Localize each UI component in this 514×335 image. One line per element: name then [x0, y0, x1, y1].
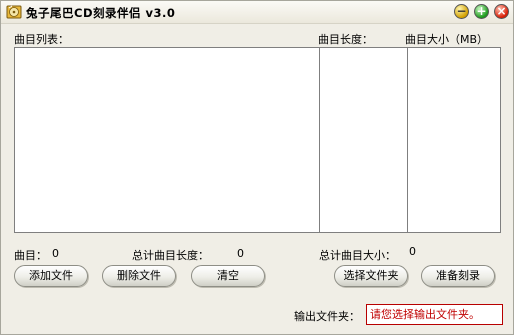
- total-length-label: 总计曲目长度：: [132, 249, 209, 262]
- app-cd-icon: [6, 4, 22, 20]
- track-list[interactable]: [14, 47, 501, 233]
- column-divider-size[interactable]: [407, 48, 408, 232]
- total-size-value: 0: [409, 245, 416, 258]
- prepare-burn-button[interactable]: 准备刻录: [421, 265, 495, 287]
- app-window: 兔子尾巴CD刻录伴侣 v3.0 − + × 曲目列表： 曲目长度： 曲目大小（M…: [0, 0, 514, 335]
- minimize-button[interactable]: −: [454, 4, 469, 19]
- maximize-button[interactable]: +: [474, 4, 489, 19]
- remove-file-button[interactable]: 删除文件: [102, 265, 176, 287]
- track-length-header: 曲目长度：: [318, 33, 373, 46]
- track-count-label: 曲目：: [14, 249, 47, 262]
- clear-button[interactable]: 清空: [191, 265, 265, 287]
- track-size-header: 曲目大小（MB）: [405, 33, 489, 46]
- output-folder-field[interactable]: 请您选择输出文件夹。: [366, 304, 503, 325]
- column-divider-length[interactable]: [319, 48, 320, 232]
- track-count-value: 0: [52, 247, 59, 260]
- add-file-button[interactable]: 添加文件: [14, 265, 88, 287]
- select-folder-button[interactable]: 选择文件夹: [334, 265, 408, 287]
- output-folder-label: 输出文件夹：: [294, 310, 360, 323]
- title-bar[interactable]: 兔子尾巴CD刻录伴侣 v3.0 − + ×: [1, 1, 513, 24]
- track-list-header: 曲目列表：: [14, 33, 69, 46]
- close-button[interactable]: ×: [494, 4, 509, 19]
- total-length-value: 0: [237, 247, 244, 260]
- total-size-label: 总计曲目大小：: [319, 249, 396, 262]
- window-title: 兔子尾巴CD刻录伴侣 v3.0: [26, 6, 176, 20]
